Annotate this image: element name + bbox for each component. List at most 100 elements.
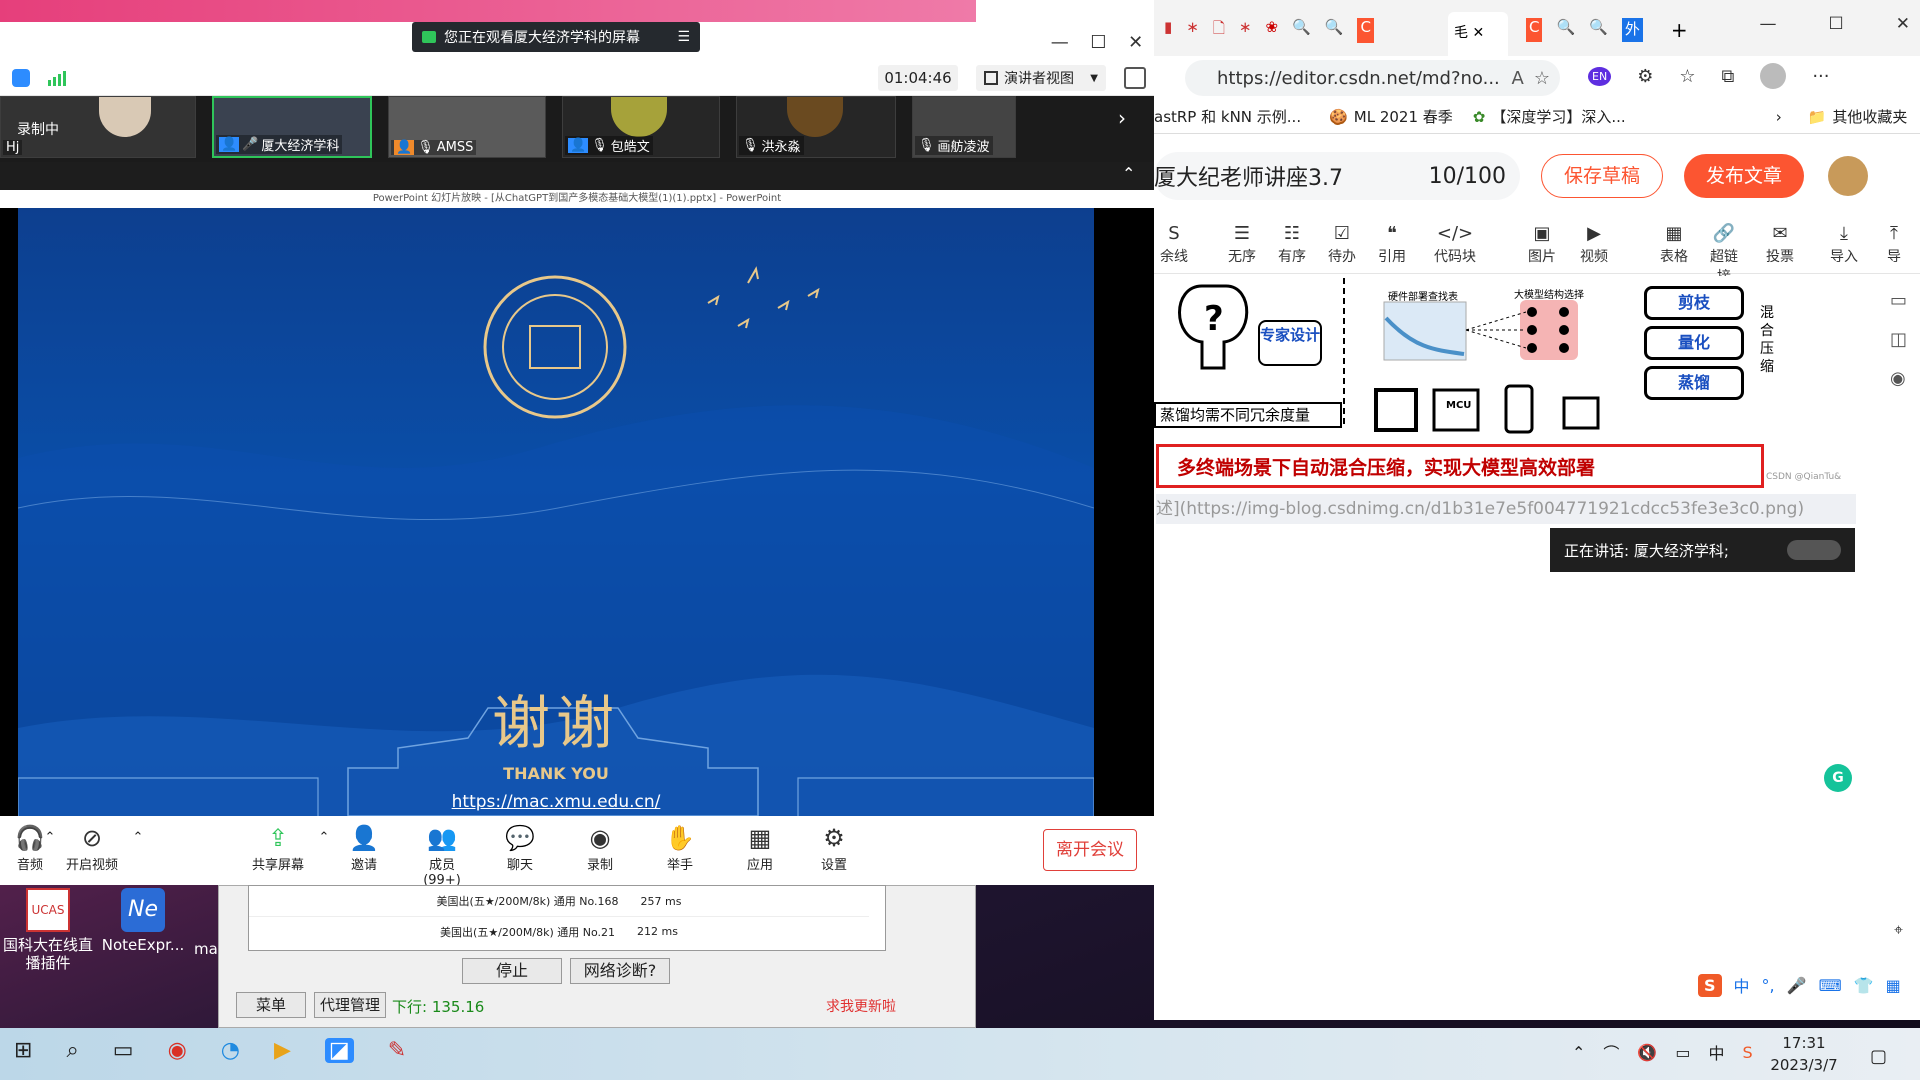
toolbar-share-screen-button[interactable]: ⇪ 共享屏幕 bbox=[248, 822, 308, 873]
favorite-star-icon[interactable]: ☆ bbox=[1534, 68, 1550, 89]
server-list[interactable]: 美国出(五★/200M/8k) 通用 No.168 257 ms 美国出(五★/2… bbox=[248, 885, 886, 951]
extensions-icon[interactable]: ⚙ bbox=[1637, 66, 1653, 87]
layout-icon[interactable]: ▭ bbox=[1890, 290, 1907, 311]
toolbar-members-button[interactable]: 👥 成员(99+) bbox=[412, 822, 472, 888]
editor-tool-button[interactable]: ▶ 视频 bbox=[1574, 220, 1614, 266]
toolbar-video-off-button[interactable]: ⊘ 开启视频 bbox=[62, 822, 122, 873]
split-icon[interactable]: ◫ bbox=[1890, 329, 1907, 350]
task-view-icon[interactable]: ▭ bbox=[113, 1038, 134, 1063]
toolbar-raise-hand-button[interactable]: ✋ 举手 bbox=[650, 822, 710, 873]
active-tab[interactable]: 毛 ✕ bbox=[1448, 12, 1508, 56]
zoom-app-icon[interactable]: ◪ bbox=[324, 1038, 354, 1063]
chevron-up-icon[interactable]: ⌃ bbox=[316, 830, 332, 845]
minimize-icon[interactable]: — bbox=[1051, 32, 1069, 53]
participant-tile[interactable]: 🎙 画舫凌波 bbox=[912, 96, 1016, 158]
editor-tool-button[interactable]: ▣ 图片 bbox=[1522, 220, 1562, 266]
security-shield-icon[interactable] bbox=[12, 69, 30, 87]
toolbar-settings-button[interactable]: ⚙ 设置 bbox=[804, 822, 864, 873]
chevron-right-icon[interactable]: › bbox=[1776, 108, 1782, 126]
editor-tool-button[interactable]: ⤓ 导入 bbox=[1824, 220, 1864, 266]
desktop-icon-noteexpress[interactable]: Ne NoteExpr... bbox=[98, 886, 188, 954]
notification-icon[interactable]: ▢ bbox=[1870, 1046, 1887, 1067]
edge-icon[interactable]: ◔ bbox=[221, 1038, 240, 1063]
media-player-icon[interactable]: ▶ bbox=[274, 1038, 291, 1063]
profile-avatar[interactable] bbox=[1760, 63, 1787, 89]
mic-icon[interactable]: 🎤 bbox=[1787, 976, 1807, 995]
save-draft-button[interactable]: 保存草稿 bbox=[1541, 154, 1663, 198]
close-tab-icon[interactable]: ✕ bbox=[1472, 25, 1484, 41]
ime-mode[interactable]: 中 bbox=[1734, 973, 1750, 997]
windows-start-icon[interactable]: ⊞ bbox=[14, 1038, 32, 1063]
minimize-icon[interactable]: — bbox=[1760, 14, 1777, 34]
update-link[interactable]: 求我更新啦 bbox=[826, 996, 896, 1016]
more-options-icon[interactable]: ··· bbox=[1812, 66, 1829, 87]
editor-tool-button[interactable]: S 余线 bbox=[1154, 220, 1194, 266]
chevron-up-icon[interactable]: ⌃ bbox=[130, 830, 146, 845]
toolbar-chat-button[interactable]: 💬 聊天 bbox=[490, 822, 550, 873]
server-row[interactable]: 美国出(五★/200M/8k) 通用 No.21 212 ms bbox=[249, 916, 869, 946]
keyboard-icon[interactable]: ⌨ bbox=[1819, 976, 1842, 995]
ime-indicator[interactable]: 中 bbox=[1708, 1040, 1724, 1064]
toolbar-invite-button[interactable]: 👤 邀请 bbox=[334, 822, 394, 873]
editor-tool-button[interactable]: ☰ 无序 bbox=[1222, 220, 1262, 266]
close-icon[interactable]: ✕ bbox=[1896, 14, 1910, 34]
chevron-up-icon[interactable]: ⌃ bbox=[42, 830, 58, 845]
server-row[interactable]: 美国出(五★/200M/8k) 通用 No.168 257 ms bbox=[249, 886, 869, 916]
participant-tile[interactable]: 👤 🎙 包皓文 bbox=[562, 96, 720, 158]
editor-tool-button[interactable]: ✉ 投票 bbox=[1760, 220, 1800, 266]
collections-icon[interactable]: ⧉ bbox=[1721, 66, 1734, 87]
signal-icon[interactable] bbox=[48, 70, 66, 86]
search-icon[interactable]: ⌕ bbox=[66, 1038, 78, 1063]
maximize-icon[interactable]: ☐ bbox=[1829, 14, 1844, 34]
read-aloud-icon[interactable]: A bbox=[1512, 68, 1524, 89]
clock[interactable]: 17:31 2023/3/7 bbox=[1764, 1032, 1844, 1076]
markdown-image-line[interactable]: 述](https://img-blog.csdnimg.cn/d1b31e7e5… bbox=[1156, 494, 1856, 524]
preview-eye-icon[interactable]: ◉ bbox=[1890, 368, 1907, 389]
editor-tool-button[interactable]: ▦ 表格 bbox=[1654, 220, 1694, 266]
leave-meeting-button[interactable]: 离开会议 bbox=[1043, 829, 1137, 871]
address-bar[interactable]: https://editor.csdn.net/md?no... A ☆ bbox=[1185, 60, 1560, 96]
favorite-item[interactable]: 【深度学习】深入... bbox=[1491, 106, 1625, 127]
toolbar-record-button[interactable]: ◉ 录制 bbox=[570, 822, 630, 873]
network-diagnose-button[interactable]: 网络诊断? bbox=[570, 958, 670, 984]
close-icon[interactable]: ✕ bbox=[1128, 32, 1143, 53]
location-icon[interactable]: ⌖ bbox=[1894, 920, 1903, 940]
view-mode-dropdown[interactable]: 演讲者视图 ▼ bbox=[976, 65, 1106, 91]
editor-tool-button[interactable]: ☷ 有序 bbox=[1272, 220, 1312, 266]
volume-mute-icon[interactable]: 🔇 bbox=[1637, 1043, 1657, 1062]
favorites-icon[interactable]: ☆ bbox=[1679, 66, 1695, 87]
participant-tile[interactable]: 👤 🎤 厦大经济学科 bbox=[212, 96, 372, 158]
participant-tile[interactable]: 👤 🎙 AMSS bbox=[388, 96, 546, 158]
more-tab-icons[interactable]: C 🔍 🔍 外 + bbox=[1526, 18, 1688, 42]
menu-button[interactable]: 菜单 bbox=[236, 992, 306, 1018]
maximize-icon[interactable]: ☐ bbox=[1090, 32, 1106, 53]
slide-url-link[interactable]: https://mac.xmu.edu.cn/ bbox=[18, 792, 1094, 812]
battery-icon[interactable]: ▭ bbox=[1675, 1043, 1690, 1062]
desktop-icon-partial[interactable]: ma bbox=[194, 940, 218, 958]
editor-tool-button[interactable]: ❝ 引用 bbox=[1372, 220, 1412, 266]
other-favorites[interactable]: 其他收藏夹 bbox=[1832, 106, 1907, 127]
desktop-icon-ucas[interactable]: UCAS 国科大在线直播插件 bbox=[0, 886, 96, 972]
favorite-item[interactable]: astRP 和 kNN 示例... bbox=[1154, 106, 1301, 127]
paint-icon[interactable]: ✎ bbox=[388, 1038, 406, 1063]
wifi-icon[interactable]: ⌒ bbox=[1603, 1040, 1619, 1064]
language-icon[interactable]: EN bbox=[1588, 66, 1612, 86]
stop-button[interactable]: 停止 bbox=[462, 958, 562, 984]
tab-icons[interactable]: ▮ ∗ 🗋 ∗ ❀ 🔍 🔍 C bbox=[1164, 18, 1374, 43]
toolbar-apps-button[interactable]: ▦ 应用 bbox=[730, 822, 790, 873]
participant-tile-self[interactable]: 录制中 Hj bbox=[0, 96, 196, 158]
proxy-manage-button[interactable]: 代理管理 bbox=[314, 992, 386, 1018]
chevron-up-icon[interactable]: ⌃ bbox=[1122, 164, 1135, 183]
chrome-icon[interactable]: ◉ bbox=[168, 1038, 187, 1063]
editor-tool-button[interactable]: </> 代码块 bbox=[1424, 220, 1486, 266]
user-avatar[interactable] bbox=[1828, 156, 1868, 196]
favorite-item[interactable]: ML 2021 春季 bbox=[1354, 106, 1453, 127]
article-title-input[interactable]: 厦大纪老师讲座3.7 10/100 bbox=[1154, 152, 1520, 200]
publish-button[interactable]: 发布文章 bbox=[1684, 154, 1804, 198]
fullscreen-icon[interactable] bbox=[1124, 67, 1146, 89]
participant-tile[interactable]: 🎙 洪永淼 bbox=[736, 96, 896, 158]
sogou-icon[interactable]: S bbox=[1698, 973, 1722, 997]
chevron-right-icon[interactable]: › bbox=[1118, 106, 1126, 130]
share-banner[interactable]: 您正在观看厦大经济学科的屏幕 ☰ bbox=[412, 22, 700, 52]
editor-tool-button[interactable]: ☑ 待办 bbox=[1322, 220, 1362, 266]
